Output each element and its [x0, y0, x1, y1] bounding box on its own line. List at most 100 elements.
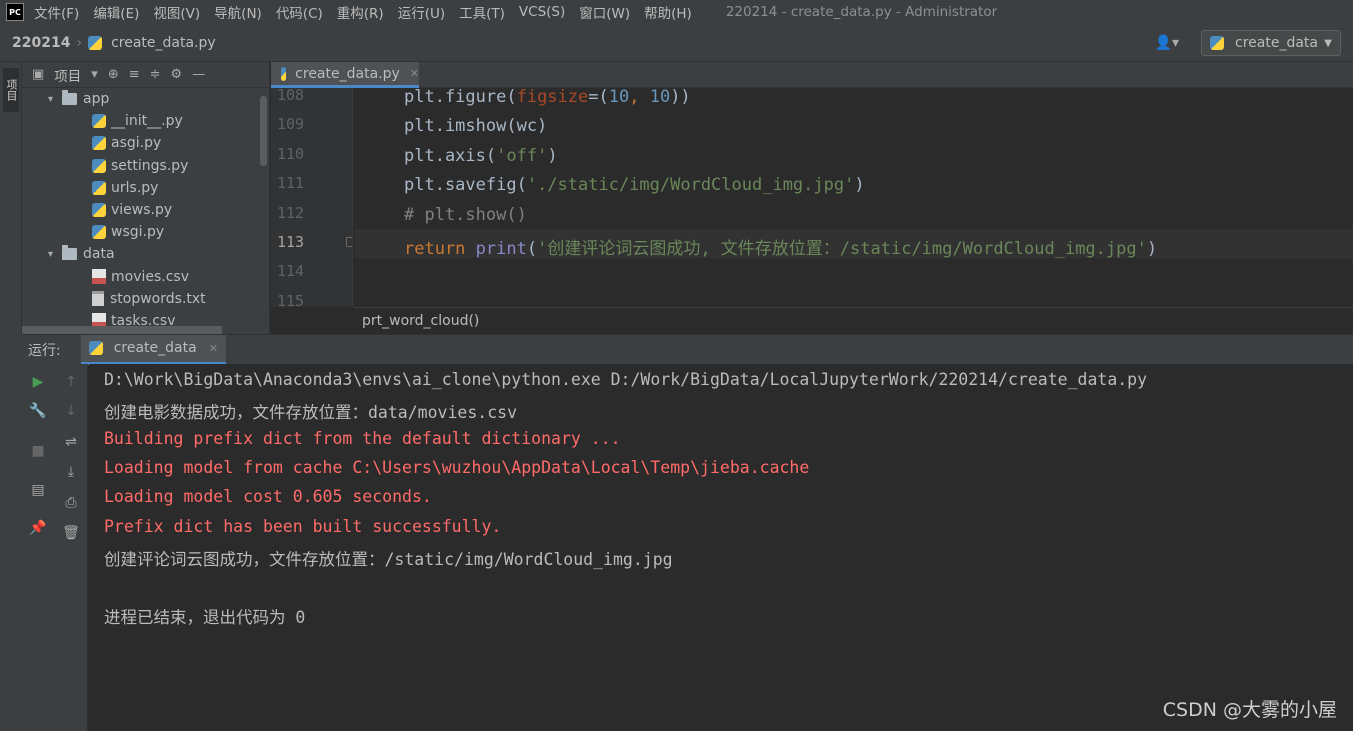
expand-all-icon[interactable]: ≡	[129, 67, 140, 82]
rerun-icon[interactable]: ▶	[27, 371, 49, 393]
scroll-to-end-icon[interactable]: ⤓	[60, 461, 82, 483]
python-file-icon	[92, 114, 106, 129]
soft-wrap-icon[interactable]: ⇌	[60, 431, 82, 453]
project-tool-tab[interactable]: 项目	[3, 68, 19, 112]
tree-file[interactable]: views.py	[22, 199, 269, 221]
fold-marker-icon[interactable]	[346, 237, 352, 247]
close-icon[interactable]: ✕	[209, 342, 218, 355]
code-token: './static/img/WordCloud_img.jpg'	[526, 175, 855, 196]
menu-run[interactable]: 运行(U)	[398, 2, 445, 22]
project-title[interactable]: 项目	[54, 65, 81, 85]
menu-vcs[interactable]: VCS(S)	[519, 4, 565, 20]
run-panel-header: 运行: create_data ✕	[22, 334, 1353, 365]
wrench-icon[interactable]: 🔧	[27, 400, 49, 422]
tree-folder[interactable]: ▾ app	[22, 88, 269, 110]
tree-item-label: wsgi.py	[111, 224, 165, 241]
python-file-icon	[1210, 36, 1224, 50]
menu-view[interactable]: 视图(V)	[153, 2, 200, 22]
navigation-bar: 220214 › create_data.py 👤▾ create_data ▼	[0, 24, 1353, 62]
menu-edit[interactable]: 编辑(E)	[93, 2, 139, 22]
menu-navigate[interactable]: 导航(N)	[214, 2, 262, 22]
tree-item-label: stopwords.txt	[110, 290, 206, 307]
python-file-icon	[88, 35, 103, 50]
code-token: =(	[588, 88, 609, 107]
project-vertical-scrollbar[interactable]	[260, 96, 267, 166]
run-console-output[interactable]: CSDN @大雾的小屋 D:\Work\BigData\Anaconda3\en…	[89, 364, 1353, 731]
code-token: '创建评论词云图成功, 文件存放位置：/static/img/WordCloud…	[537, 239, 1147, 259]
menu-file[interactable]: 文件(F)	[34, 2, 79, 22]
hide-icon[interactable]: —	[192, 67, 205, 82]
code-token: ))	[670, 88, 691, 107]
watermark: CSDN @大雾的小屋	[1162, 699, 1337, 721]
menu-tools[interactable]: 工具(T)	[459, 2, 505, 22]
menu-help[interactable]: 帮助(H)	[644, 2, 692, 22]
user-icon[interactable]: 👤▾	[1155, 35, 1179, 51]
code-token: print	[475, 239, 527, 259]
breadcrumb-file[interactable]: create_data.py	[88, 35, 216, 51]
code-token: 10	[649, 88, 671, 107]
function-breadcrumb[interactable]: prt_word_cloud()	[354, 307, 1353, 334]
line-number: 113	[277, 233, 305, 251]
gear-icon[interactable]: ⚙	[171, 67, 183, 82]
line-number: 115	[277, 291, 305, 307]
project-panel: ▣ 项目 ▾ ⊕ ≡ ≑ ⚙ — ▾ app __init__.py asgi.py s…	[22, 62, 270, 334]
code-token: 'off'	[496, 145, 548, 166]
chevron-down-icon[interactable]: ▾	[91, 67, 98, 82]
run-tab-label: create_data	[113, 340, 197, 356]
window-title: 220214 - create_data.py - Administrator	[725, 4, 998, 20]
code-line: plt.savefig('./static/img/WordCloud_img.…	[404, 175, 865, 195]
breadcrumb-project[interactable]: 220214	[12, 35, 70, 51]
tree-item-label: urls.py	[111, 179, 159, 196]
code-line: plt.imshow(wc)	[404, 116, 547, 136]
stop-icon[interactable]: ■	[27, 440, 49, 462]
tree-file[interactable]: stopwords.txt	[22, 288, 269, 310]
code-line: return print('创建评论词云图成功, 文件存放位置：/static/…	[404, 234, 1157, 259]
menu-bar: PC 文件(F) 编辑(E) 视图(V) 导航(N) 代码(C) 重构(R) 运…	[0, 0, 1353, 24]
line-number: 111	[277, 174, 305, 193]
run-tab-create-data[interactable]: create_data ✕	[80, 334, 226, 365]
run-configuration-select[interactable]: create_data ▼	[1201, 30, 1341, 56]
tree-folder[interactable]: ▾ data	[22, 243, 269, 265]
chevron-down-icon[interactable]: ▾	[48, 249, 62, 260]
python-file-icon	[281, 66, 287, 81]
pycharm-logo-icon: PC	[6, 3, 24, 21]
chevron-down-icon[interactable]: ▾	[48, 94, 62, 105]
menu-code[interactable]: 代码(C)	[276, 2, 323, 22]
breadcrumb-separator-icon: ›	[76, 34, 83, 51]
tree-file[interactable]: wsgi.py	[22, 221, 269, 243]
close-icon[interactable]: ✕	[410, 67, 419, 80]
nav-right-controls: 👤▾ create_data ▼	[1155, 30, 1341, 56]
trash-icon[interactable]: 🗑	[60, 522, 82, 544]
arrow-down-icon[interactable]: ↓	[60, 400, 82, 422]
console-error-line: Building prefix dict from the default di…	[104, 428, 621, 448]
code-editor[interactable]: plt.figure(figsize=(10, 10)) plt.imshow(w…	[354, 88, 1353, 307]
pin-icon[interactable]: 📌	[27, 517, 49, 539]
tree-item-label: views.py	[111, 202, 173, 219]
arrow-up-icon[interactable]: ↑	[60, 371, 82, 393]
menu-window[interactable]: 窗口(W)	[579, 2, 630, 22]
run-panel-label: 运行:	[28, 342, 61, 359]
menu-refactor[interactable]: 重构(R)	[337, 2, 384, 22]
tree-file[interactable]: urls.py	[22, 177, 269, 199]
project-view-icon: ▣	[32, 67, 45, 82]
txt-file-icon	[92, 291, 104, 307]
project-horizontal-scrollbar[interactable]	[22, 326, 222, 334]
tree-file[interactable]: movies.csv	[22, 266, 269, 288]
tree-file[interactable]: __init__.py	[22, 110, 269, 132]
collapse-all-icon[interactable]: ≑	[150, 67, 161, 82]
breadcrumb-file-label: create_data.py	[111, 34, 216, 51]
python-file-icon	[92, 136, 106, 151]
tree-file[interactable]: asgi.py	[22, 132, 269, 154]
project-tree: ▾ app __init__.py asgi.py settings.py urls.py…	[22, 88, 269, 332]
code-token: plt.imshow(wc)	[404, 116, 548, 137]
line-number-gutter: 108 109 110 111 112 113 114 115	[271, 88, 353, 307]
tree-file[interactable]: settings.py	[22, 155, 269, 177]
locate-icon[interactable]: ⊕	[108, 67, 119, 82]
line-number: 112	[277, 203, 305, 222]
tree-item-label: app	[83, 91, 110, 108]
layout-icon[interactable]: ▤	[27, 479, 49, 501]
tree-item-label: asgi.py	[111, 135, 162, 152]
editor-tab-create-data[interactable]: create_data.py ✕	[271, 62, 419, 88]
print-icon[interactable]: ⎙	[60, 492, 82, 514]
code-token: figsize	[516, 88, 589, 107]
